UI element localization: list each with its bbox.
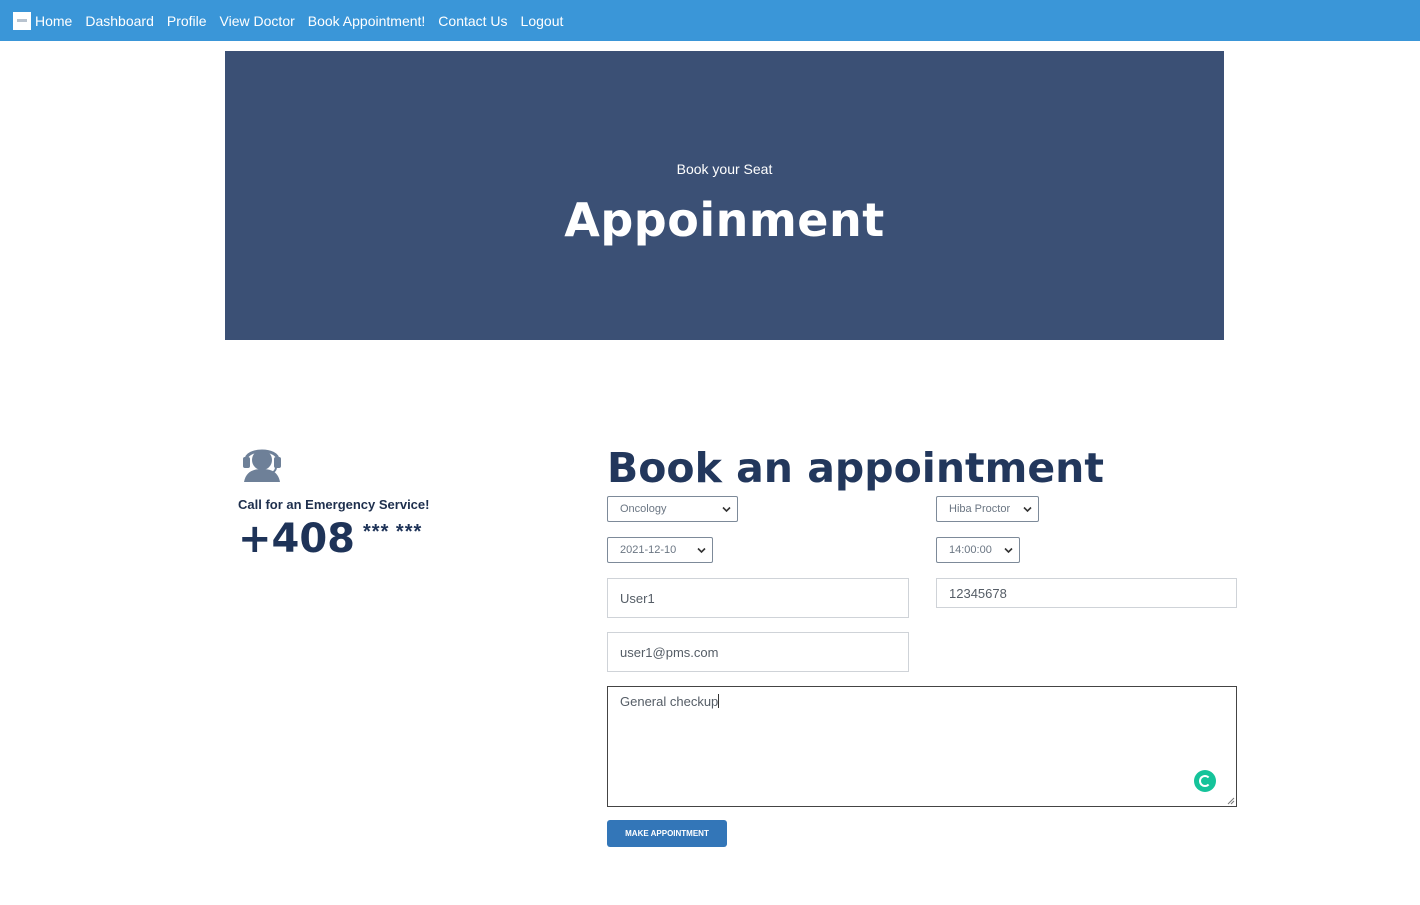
phone-field[interactable]: 12345678 — [936, 578, 1237, 608]
name-field[interactable]: User1 — [607, 578, 909, 618]
time-select[interactable]: 14:00:00 — [936, 537, 1020, 563]
form-title: Book an appointment — [607, 444, 1104, 492]
top-navbar: Home Dashboard Profile View Doctor Book … — [0, 0, 1420, 41]
site-logo-icon[interactable] — [13, 11, 31, 30]
chevron-down-icon — [1023, 506, 1032, 513]
hero-banner: Book your Seat Appoinment — [225, 51, 1224, 340]
resize-grip-icon[interactable] — [1226, 796, 1235, 805]
email-field[interactable]: user1@pms.com — [607, 632, 909, 672]
chevron-down-icon — [722, 506, 731, 513]
emergency-contact: Call for an Emergency Service! +408 *** *… — [238, 440, 558, 562]
text-caret — [718, 694, 720, 708]
nav-book-appointment[interactable]: Book Appointment! — [308, 13, 426, 29]
date-select[interactable]: 2021-12-10 — [607, 537, 713, 563]
grammarly-icon[interactable] — [1194, 770, 1216, 792]
phone-masked-digits: *** *** — [363, 521, 423, 543]
date-value: 2021-12-10 — [620, 544, 677, 556]
hero-subtitle: Book your Seat — [676, 161, 773, 177]
nav-view-doctor[interactable]: View Doctor — [220, 13, 295, 29]
nav-profile[interactable]: Profile — [167, 13, 207, 29]
nav-dashboard[interactable]: Dashboard — [85, 13, 154, 29]
nav-logout[interactable]: Logout — [521, 13, 564, 29]
emergency-phone: +408 *** *** — [238, 516, 558, 562]
department-select[interactable]: Oncology — [607, 496, 738, 522]
phone-prefix: +408 — [238, 516, 356, 562]
message-textarea[interactable]: General checkup — [607, 686, 1237, 807]
chevron-down-icon — [697, 547, 706, 554]
doctor-select[interactable]: Hiba Proctor — [936, 496, 1039, 522]
time-value: 14:00:00 — [949, 544, 992, 556]
nav-home[interactable]: Home — [35, 13, 72, 29]
department-value: Oncology — [620, 503, 667, 515]
headset-agent-icon — [243, 449, 281, 482]
hero-title: Appoinment — [564, 193, 885, 247]
emergency-label: Call for an Emergency Service! — [238, 497, 430, 512]
message-text: General checkup — [620, 694, 719, 709]
make-appointment-button[interactable]: Make Appointment — [607, 820, 727, 847]
doctor-value: Hiba Proctor — [949, 503, 1011, 515]
nav-contact-us[interactable]: Contact Us — [438, 13, 507, 29]
chevron-down-icon — [1004, 547, 1013, 554]
